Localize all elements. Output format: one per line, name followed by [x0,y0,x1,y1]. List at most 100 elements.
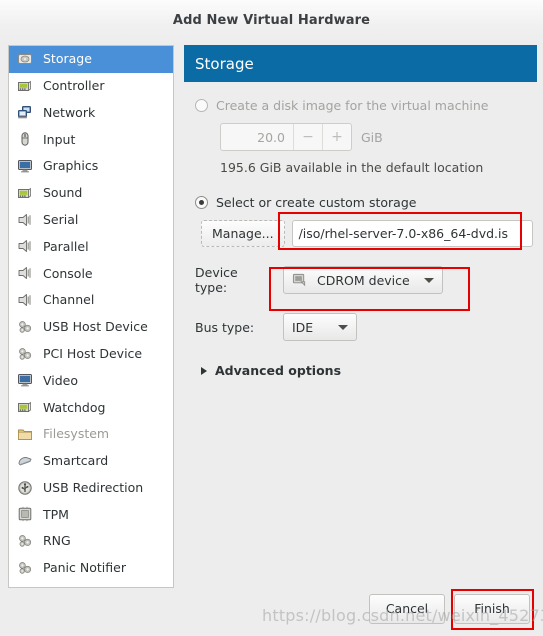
bus-type-dropdown[interactable]: IDE [283,313,357,341]
device-type-dropdown[interactable]: CDROM device [283,266,443,294]
manage-button[interactable]: Manage... [201,220,285,247]
sidebar-item-label: Input [43,131,76,147]
sidebar-item-storage[interactable]: Storage [9,46,173,73]
disk-size-row: 20.0 − + GiB [220,123,533,151]
panel-header: Storage [184,45,537,82]
sidebar-item-sound[interactable]: Sound [9,180,173,207]
sidebar-item-video[interactable]: Video [9,368,173,395]
sidebar-item-label: Video [43,372,79,388]
storage-path-input[interactable]: /iso/rhel-server-7.0-x86_64-dvd.is [291,220,533,247]
device-type-row: Device type: CDROM device [195,265,533,295]
sidebar-item-label: TPM [43,506,69,522]
dialog-footer: Cancel Finish [0,585,543,636]
console-port-icon [17,265,34,282]
sidebar-item-channel[interactable]: Channel [9,287,173,314]
finish-button[interactable]: Finish [454,593,530,624]
sidebar-item-label: Console [43,265,93,281]
advanced-options-toggle[interactable]: Advanced options [201,363,533,378]
usb-redirection-icon [17,480,34,497]
storage-path-row: Manage... /iso/rhel-server-7.0-x86_64-dv… [201,220,533,247]
sidebar-item-label: Serial [43,211,79,227]
tpm-chip-icon [17,506,34,523]
sidebar-item-input[interactable]: Input [9,126,173,153]
sidebar-item-label: Sound [43,185,83,201]
sidebar-item-label: Network [43,104,96,120]
panic-notifier-icon [17,560,34,577]
content-panel: Storage Create a disk image for the virt… [184,45,537,585]
chevron-down-icon [338,324,348,330]
network-icon [17,104,34,121]
sidebar-item-label: USB Host Device [43,319,148,335]
sidebar-item-usb-redirection[interactable]: USB Redirection [9,475,173,502]
create-disk-radio[interactable] [195,98,208,112]
disk-size-increment-button[interactable]: + [322,124,351,150]
sidebar-item-parallel[interactable]: Parallel [9,234,173,261]
watchdog-icon [17,399,34,416]
sidebar-item-label: Smartcard [43,453,109,469]
pci-host-device-icon [17,346,34,363]
sidebar-item-label: RNG [43,533,71,549]
chevron-right-icon [201,366,207,375]
sidebar-item-filesystem[interactable]: Filesystem [9,421,173,448]
cancel-button[interactable]: Cancel [369,593,445,624]
sidebar-item-label: Controller [43,77,105,93]
sidebar-item-rng[interactable]: RNG [9,528,173,555]
sidebar-item-smartcard[interactable]: Smartcard [9,448,173,475]
sidebar-item-network[interactable]: Network [9,100,173,127]
sidebar-item-label: Graphics [43,158,99,174]
sidebar-item-label: USB Redirection [43,479,144,495]
disk-size-unit: GiB [361,129,383,145]
controller-icon [17,78,34,95]
dialog-body: Storage Controller Network Input Graphics Sou… [0,40,543,588]
storage-icon [17,51,34,68]
video-icon [17,372,34,389]
sidebar-item-label: PCI Host Device [43,345,143,361]
sidebar-item-label: Storage [43,51,92,67]
parallel-port-icon [17,238,34,255]
sidebar-item-graphics[interactable]: Graphics [9,153,173,180]
sidebar-item-pci-host-device[interactable]: PCI Host Device [9,341,173,368]
hardware-category-list[interactable]: Storage Controller Network Input Graphics Sou… [8,45,174,588]
smartcard-icon [17,453,34,470]
device-type-value: CDROM device [317,272,410,288]
sidebar-item-label: Panic Notifier [43,560,126,576]
sidebar-item-label: Filesystem [43,426,110,442]
bus-type-row: Bus type: IDE [195,313,533,341]
sidebar-item-controller[interactable]: Controller [9,73,173,100]
create-disk-label: Create a disk image for the virtual mach… [216,97,489,113]
channel-port-icon [17,292,34,309]
cdrom-icon [292,272,309,289]
storage-options: Create a disk image for the virtual mach… [184,82,537,585]
sidebar-item-panic-notifier[interactable]: Panic Notifier [9,555,173,582]
custom-storage-radio[interactable] [195,195,208,209]
disk-size-spinner[interactable]: 20.0 − + [220,123,352,151]
advanced-options-label: Advanced options [215,363,342,378]
sound-card-icon [17,185,34,202]
add-hardware-dialog: Add New Virtual Hardware Storage Controll… [0,0,543,636]
sidebar-item-usb-host-device[interactable]: USB Host Device [9,314,173,341]
chevron-down-icon [424,277,434,283]
bus-type-value: IDE [292,319,314,335]
serial-port-icon [17,212,34,229]
sidebar-item-label: Parallel [43,238,89,254]
rng-icon [17,533,34,550]
create-disk-radio-row[interactable]: Create a disk image for the virtual mach… [195,96,533,114]
disk-size-value[interactable]: 20.0 [221,124,293,150]
device-type-label: Device type: [195,265,238,295]
usb-host-device-icon [17,319,34,336]
bus-type-label: Bus type: [195,319,255,335]
sidebar-item-console[interactable]: Console [9,260,173,287]
disk-size-decrement-button[interactable]: − [293,124,322,150]
sidebar-item-label: Channel [43,292,95,308]
sidebar-item-label: Watchdog [43,399,106,415]
panel-title: Storage [195,54,254,73]
sidebar-item-watchdog[interactable]: Watchdog [9,394,173,421]
folder-icon [17,426,34,443]
custom-storage-label: Select or create custom storage [216,194,417,210]
custom-storage-radio-row[interactable]: Select or create custom storage [195,193,533,211]
dialog-titlebar: Add New Virtual Hardware [0,0,543,40]
sidebar-item-serial[interactable]: Serial [9,207,173,234]
sidebar-item-tpm[interactable]: TPM [9,502,173,529]
monitor-icon [17,158,34,175]
dialog-title: Add New Virtual Hardware [172,12,371,28]
